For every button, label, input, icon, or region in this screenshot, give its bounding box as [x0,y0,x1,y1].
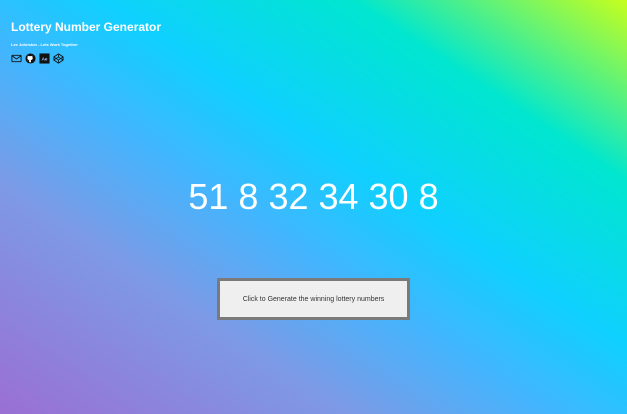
social-links: Ae [11,53,161,64]
subtitle: Lee Johnston - Lets Work Together [11,42,78,47]
codepen-icon[interactable] [53,53,64,64]
generate-numbers-button[interactable]: Click to Generate the winning lottery nu… [217,278,410,320]
app-title: Lottery Number Generator [11,20,162,34]
header: Lottery Number Generator Lee Johnston - … [11,20,161,64]
adobe-icon[interactable]: Ae [39,53,50,64]
github-icon[interactable] [25,53,36,64]
svg-text:Ae: Ae [42,56,48,61]
mail-icon[interactable] [11,53,22,64]
lottery-numbers-display: 51 8 32 34 30 8 [188,176,439,217]
